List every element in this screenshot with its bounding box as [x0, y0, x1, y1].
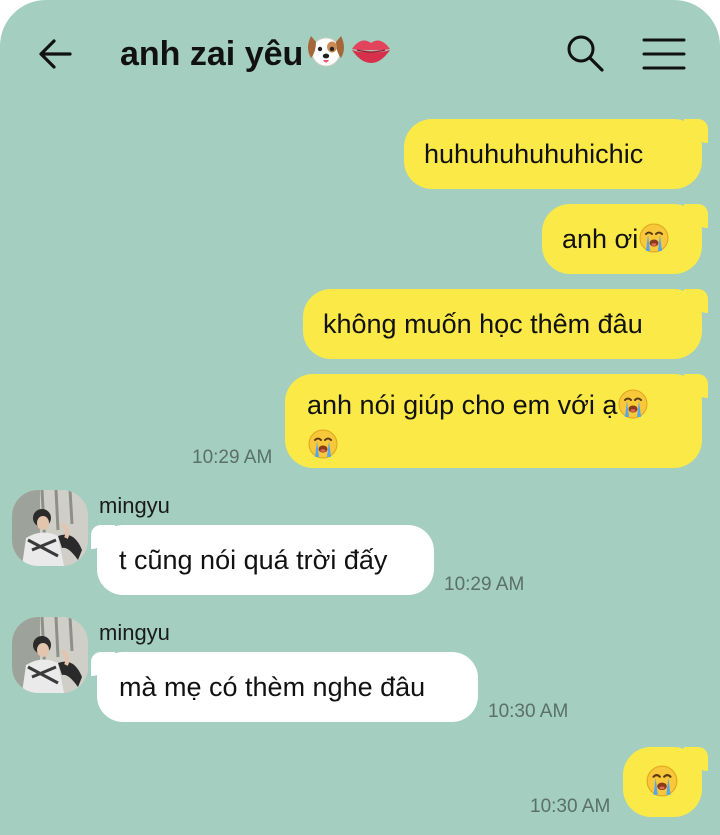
message-timestamp: 10:30 AM [488, 701, 569, 722]
chat-screen: anh zai yêu huhuhuhuhuhichic anh ơi khôn… [0, 0, 720, 835]
message-timestamp: 10:30 AM [530, 796, 611, 817]
hamburger-menu-icon[interactable] [640, 34, 688, 74]
message-text: không muốn học thêm đâu [323, 309, 643, 339]
message-timestamp: 10:29 AM [192, 447, 273, 468]
bubble-tail [684, 289, 708, 313]
outgoing-message-bubble[interactable]: huhuhuhuhuhichic [404, 119, 708, 189]
search-icon[interactable] [564, 32, 606, 74]
bubble-tail [684, 374, 708, 398]
bubble-tail [684, 204, 708, 228]
dog-face-emoji [305, 30, 347, 82]
loudly-crying-face-emoji [617, 388, 649, 428]
arrow-left-icon[interactable] [36, 34, 76, 74]
loudly-crying-face-emoji [638, 222, 670, 262]
lips-emoji [349, 32, 393, 80]
loudly-crying-face-emoji [645, 764, 679, 806]
chat-title-text: anh zai yêu [120, 34, 304, 73]
outgoing-message-bubble[interactable]: anh nói giúp cho em với ạ [285, 374, 708, 468]
bubble-tail [91, 652, 115, 676]
sender-name: mingyu [99, 493, 170, 518]
bubble-tail [91, 525, 115, 549]
outgoing-message-bubble[interactable]: anh ơi [542, 204, 708, 274]
bubble-tail [684, 119, 708, 143]
message-text: anh ơi [562, 224, 639, 254]
sender-name: mingyu [99, 620, 170, 645]
message-timestamp: 10:29 AM [444, 574, 525, 595]
avatar[interactable] [12, 490, 88, 566]
outgoing-message-bubble[interactable]: không muốn học thêm đâu [303, 289, 708, 359]
chat-title: anh zai yêu [120, 30, 393, 76]
message-text: anh nói giúp cho em với ạ [307, 390, 618, 420]
loudly-crying-face-emoji [307, 428, 339, 468]
message-text: t cũng nói quá trời đấy [119, 545, 388, 575]
message-text: huhuhuhuhuhichic [424, 139, 644, 169]
message-text: mà mẹ có thèm nghe đâu [119, 672, 426, 702]
bubble-tail [684, 747, 708, 771]
incoming-message-bubble[interactable]: t cũng nói quá trời đấy [91, 525, 434, 595]
outgoing-message-bubble[interactable] [623, 747, 708, 817]
incoming-message-bubble[interactable]: mà mẹ có thèm nghe đâu [91, 652, 478, 722]
avatar[interactable] [12, 617, 88, 693]
chat-header: anh zai yêu [0, 0, 720, 105]
